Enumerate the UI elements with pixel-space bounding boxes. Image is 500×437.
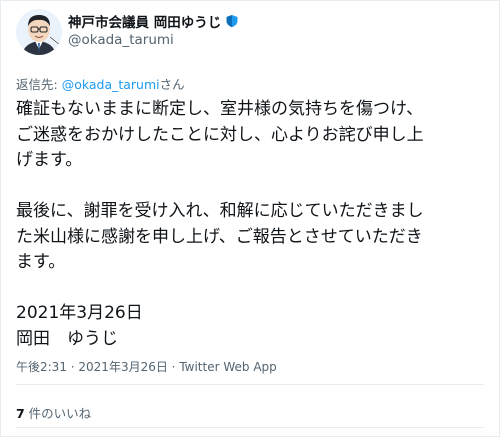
tweet-meta: 午後2:31 · 2021年3月26日 · Twitter Web App [16,358,277,375]
reply-suffix: さん [159,77,185,92]
tweet-text: 確証もないままに断定し、室井様の気持ちを傷つけ、 ご迷惑をおかけしたことに対し、… [16,99,424,349]
likes-count[interactable]: 7 件のいいね [16,403,91,422]
shield-icon [226,15,238,28]
reply-context: 返信先: @okada_tarumiさん [16,74,185,93]
author-name-row[interactable]: 神戸市会議員 岡田ゆうじ [68,11,239,31]
likes-label: 件のいいね [24,406,92,421]
avatar[interactable] [16,9,62,55]
author-display-name[interactable]: 神戸市会議員 岡田ゆうじ [68,11,221,31]
meta-separator: · [167,360,180,374]
author-handle[interactable]: @okada_tarumi [68,32,174,48]
likes-number: 7 [16,406,25,421]
divider [16,384,484,385]
tweet-date[interactable]: 2021年3月26日 [78,360,167,374]
tweet-time[interactable]: 午後2:31 [16,360,67,374]
tweet-source-app[interactable]: Twitter Web App [179,360,276,374]
tweet-card: 神戸市会議員 岡田ゆうじ @okada_tarumi 返信先: @okada_t… [0,0,500,437]
avatar-illustration [16,9,62,55]
meta-separator: · [66,360,79,374]
reply-mention-link[interactable]: @okada_tarumi [62,77,160,92]
divider [16,427,484,428]
reply-prefix: 返信先: [16,77,62,92]
